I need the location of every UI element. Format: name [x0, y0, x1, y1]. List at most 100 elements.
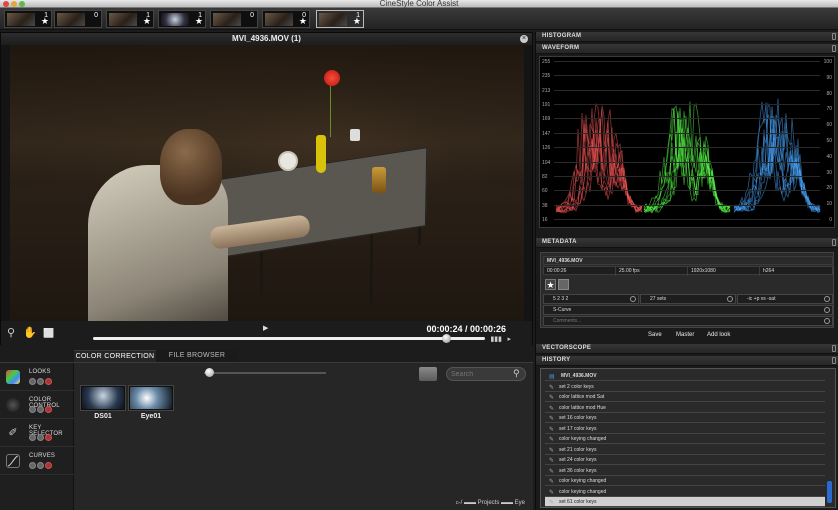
pen-icon: ✎	[549, 447, 555, 454]
history-header[interactable]: HISTORY	[536, 356, 838, 366]
hand-pan-icon[interactable]: ✋	[23, 327, 37, 339]
sidebar-item-color-control[interactable]: COLOR CONTROL	[0, 391, 74, 419]
waveform-scale-right: 70	[826, 106, 832, 113]
history-scrollbar[interactable]	[827, 481, 832, 503]
toggle-icon[interactable]	[29, 434, 36, 441]
metadata-filename-row: MVI_4936.MOV	[543, 256, 834, 266]
red-flower	[324, 70, 340, 86]
playback-controls: ⚲ ✋ ⬜ ▶ 00:00:24 / 00:00:26 ▮▮▮ ▸	[1, 321, 532, 345]
scrub-playhead[interactable]	[441, 334, 451, 343]
history-item[interactable]: ✎ color keying changed	[545, 476, 825, 486]
thumbnail-size-knob[interactable]	[205, 368, 214, 377]
metadata-fps: 25.00 fps	[616, 267, 688, 276]
tab-color-correction[interactable]: COLOR CORRECTION	[74, 350, 156, 362]
history-item[interactable]: ✎ set 61 color keys	[545, 497, 825, 507]
pen-icon: ✎	[549, 479, 555, 485]
clear-icon[interactable]	[630, 296, 636, 302]
history-item[interactable]: ✎ set 17 color keys	[545, 424, 825, 434]
pen-icon: ✎	[549, 458, 555, 464]
history-item[interactable]: ✎ set 21 color keys	[545, 445, 825, 455]
history-item[interactable]: ▤ MVI_4936.MOV	[545, 371, 825, 381]
remove-icon[interactable]	[45, 378, 52, 385]
scrub-bar[interactable]	[93, 337, 485, 340]
toggle-icon[interactable]	[29, 462, 36, 469]
clip-thumbnail-2[interactable]: 0	[54, 10, 102, 28]
search-icon[interactable]: ⚲	[513, 368, 520, 379]
toggle-icon[interactable]	[29, 378, 36, 385]
clip-thumbnail-5[interactable]: 0	[210, 10, 258, 28]
clip-thumbnail-3[interactable]: 1 ★	[106, 10, 154, 28]
metadata-comments-field[interactable]: Comments...	[543, 316, 833, 326]
remove-icon[interactable]	[45, 434, 52, 441]
metadata-codec: h264	[763, 268, 775, 274]
clip-thumbnail-6[interactable]: 0 ★	[262, 10, 310, 28]
history-item[interactable]: ✎ set 2 color keys	[545, 382, 825, 392]
waveform-scale-right: 80	[826, 90, 832, 97]
metadata-header[interactable]: METADATA	[536, 238, 838, 248]
waveform-scale-left: 147	[542, 130, 551, 137]
star-icon: ★	[194, 16, 203, 26]
histogram-header[interactable]: HISTOGRAM	[536, 32, 838, 42]
zoom-icon[interactable]: ⚲	[5, 327, 17, 339]
sidebar-item-key-selector[interactable]: ✐ KEY SELECTOR	[0, 419, 74, 447]
close-icon[interactable]: ×	[520, 35, 528, 43]
save-button[interactable]: Save	[648, 332, 662, 338]
clip-thumbnail-1[interactable]: 1 ★	[4, 10, 52, 28]
video-frame[interactable]	[10, 45, 524, 321]
reset-icon[interactable]	[37, 434, 44, 441]
remove-icon[interactable]	[45, 406, 52, 413]
pin-icon[interactable]	[832, 45, 836, 52]
folder-icon[interactable]	[419, 367, 437, 381]
breadcrumb[interactable]: ▻/ ▬▬ Projects ▬▬ Eye	[456, 499, 525, 506]
fullscreen-icon[interactable]: ⬜	[43, 327, 55, 339]
pin-icon[interactable]	[832, 345, 836, 352]
look-thumbnail-ds01[interactable]	[80, 385, 126, 411]
history-item-label: set 17 color keys	[559, 425, 597, 432]
history-item[interactable]: ✎ set 24 color keys	[545, 455, 825, 465]
sidebar-item-looks[interactable]: LOOKS	[0, 363, 74, 391]
metadata-curve-field[interactable]: S-Curve	[543, 305, 833, 315]
clear-icon[interactable]	[727, 296, 733, 302]
pen-icon: ✎	[549, 395, 555, 401]
play-icon[interactable]: ▶	[263, 324, 268, 332]
history-item[interactable]: ✎ color keying changed	[545, 487, 825, 497]
vectorscope-header[interactable]: VECTORSCOPE	[536, 344, 838, 354]
history-item[interactable]: ✎ color keying changed	[545, 434, 825, 444]
pin-icon[interactable]	[832, 33, 836, 40]
reset-icon[interactable]	[37, 406, 44, 413]
remove-icon[interactable]	[45, 462, 52, 469]
waveform-header[interactable]: WAVEFORM	[536, 44, 838, 54]
metadata-duration: 00:00:26	[544, 267, 616, 276]
volume-level-icon[interactable]: ▮▮▮	[490, 335, 502, 343]
history-item[interactable]: ✎ set 16 color keys	[545, 413, 825, 423]
thumbnail-size-slider[interactable]	[204, 372, 326, 374]
history-item[interactable]: ✎ color lattice mod Sat	[545, 392, 825, 402]
document-icon[interactable]	[558, 279, 569, 290]
clip-thumbnail-4[interactable]: 1 ★	[158, 10, 206, 28]
reset-icon[interactable]	[37, 462, 44, 469]
metadata-field-1[interactable]: 5 2 3 2	[543, 294, 639, 304]
metadata-field-2[interactable]: 27 sets	[640, 294, 736, 304]
clear-icon[interactable]	[824, 307, 830, 313]
waveform-scale-right: 0	[829, 217, 832, 223]
clear-icon[interactable]	[824, 318, 830, 324]
master-button[interactable]: Master	[676, 332, 694, 338]
looks-cube-icon	[6, 370, 20, 384]
add-look-button[interactable]: Add look	[707, 332, 730, 338]
history-item[interactable]: ✎ set 36 color keys	[545, 466, 825, 476]
clip-thumbnail-7[interactable]: 1 ★	[316, 10, 364, 28]
look-thumbnail-eye01[interactable]	[128, 385, 174, 411]
toggle-icon[interactable]	[29, 406, 36, 413]
tab-file-browser[interactable]: FILE BROWSER	[156, 350, 238, 362]
pin-icon[interactable]	[832, 357, 836, 364]
sidebar-item-curves[interactable]: CURVES	[0, 447, 74, 475]
pen-icon: ✎	[549, 489, 555, 496]
reset-icon[interactable]	[37, 378, 44, 385]
history-item-label: set 36 color keys	[559, 467, 597, 474]
star-rating-icon[interactable]: ★	[545, 279, 556, 290]
history-item[interactable]: ✎ color lattice mod Hue	[545, 403, 825, 413]
speaker-icon[interactable]: ▸	[507, 335, 511, 343]
clear-icon[interactable]	[824, 296, 830, 302]
metadata-field-3[interactable]: -ic +p vs -sat	[737, 294, 833, 304]
pin-icon[interactable]	[832, 239, 836, 246]
